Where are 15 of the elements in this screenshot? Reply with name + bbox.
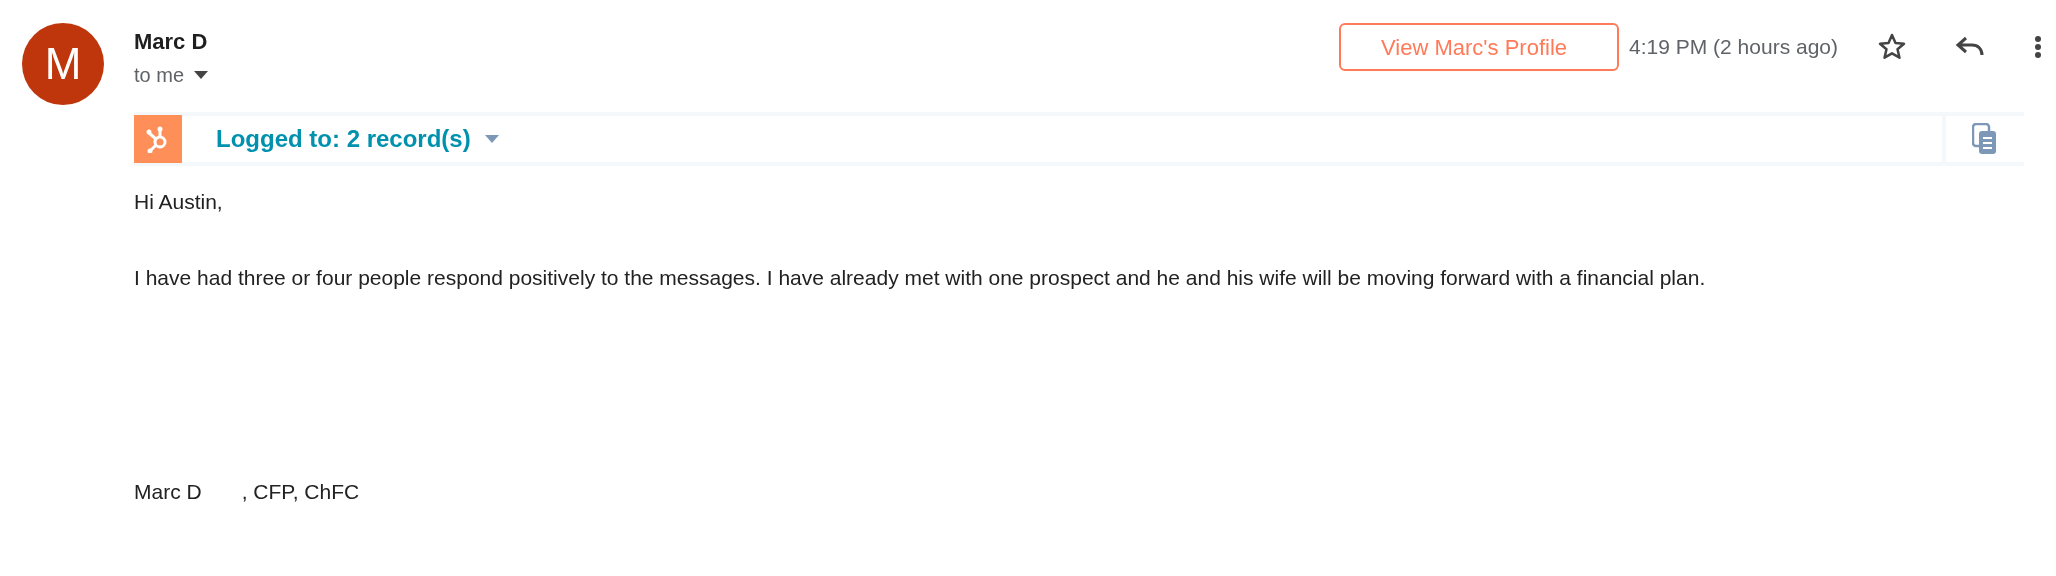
message-paragraph: I have had three or four people respond positively to the messages. I have already met with one prospect and he and his wife will be moving forward with a financial plan. xyxy=(134,265,1707,291)
sender-name: Marc D xyxy=(134,28,208,56)
more-icon xyxy=(2034,35,2042,59)
star-icon xyxy=(1878,33,1906,61)
caret-icon xyxy=(484,135,499,143)
view-profile-button[interactable]: View Marc's Profile xyxy=(1339,23,1620,71)
caret-icon xyxy=(194,71,209,79)
signature-name: Marc D xyxy=(134,479,202,505)
logged-records-dropdown[interactable]: Logged to: 2 record(s) xyxy=(216,121,499,157)
recipient-dropdown[interactable]: to me xyxy=(134,62,209,88)
copy-icon xyxy=(1972,123,1998,155)
avatar: M xyxy=(22,23,104,105)
greeting-text: Hi Austin, xyxy=(134,189,223,215)
signature-credentials: , CFP, ChFC xyxy=(241,479,360,505)
timestamp: 4:19 PM (2 hours ago) xyxy=(1629,34,1838,61)
